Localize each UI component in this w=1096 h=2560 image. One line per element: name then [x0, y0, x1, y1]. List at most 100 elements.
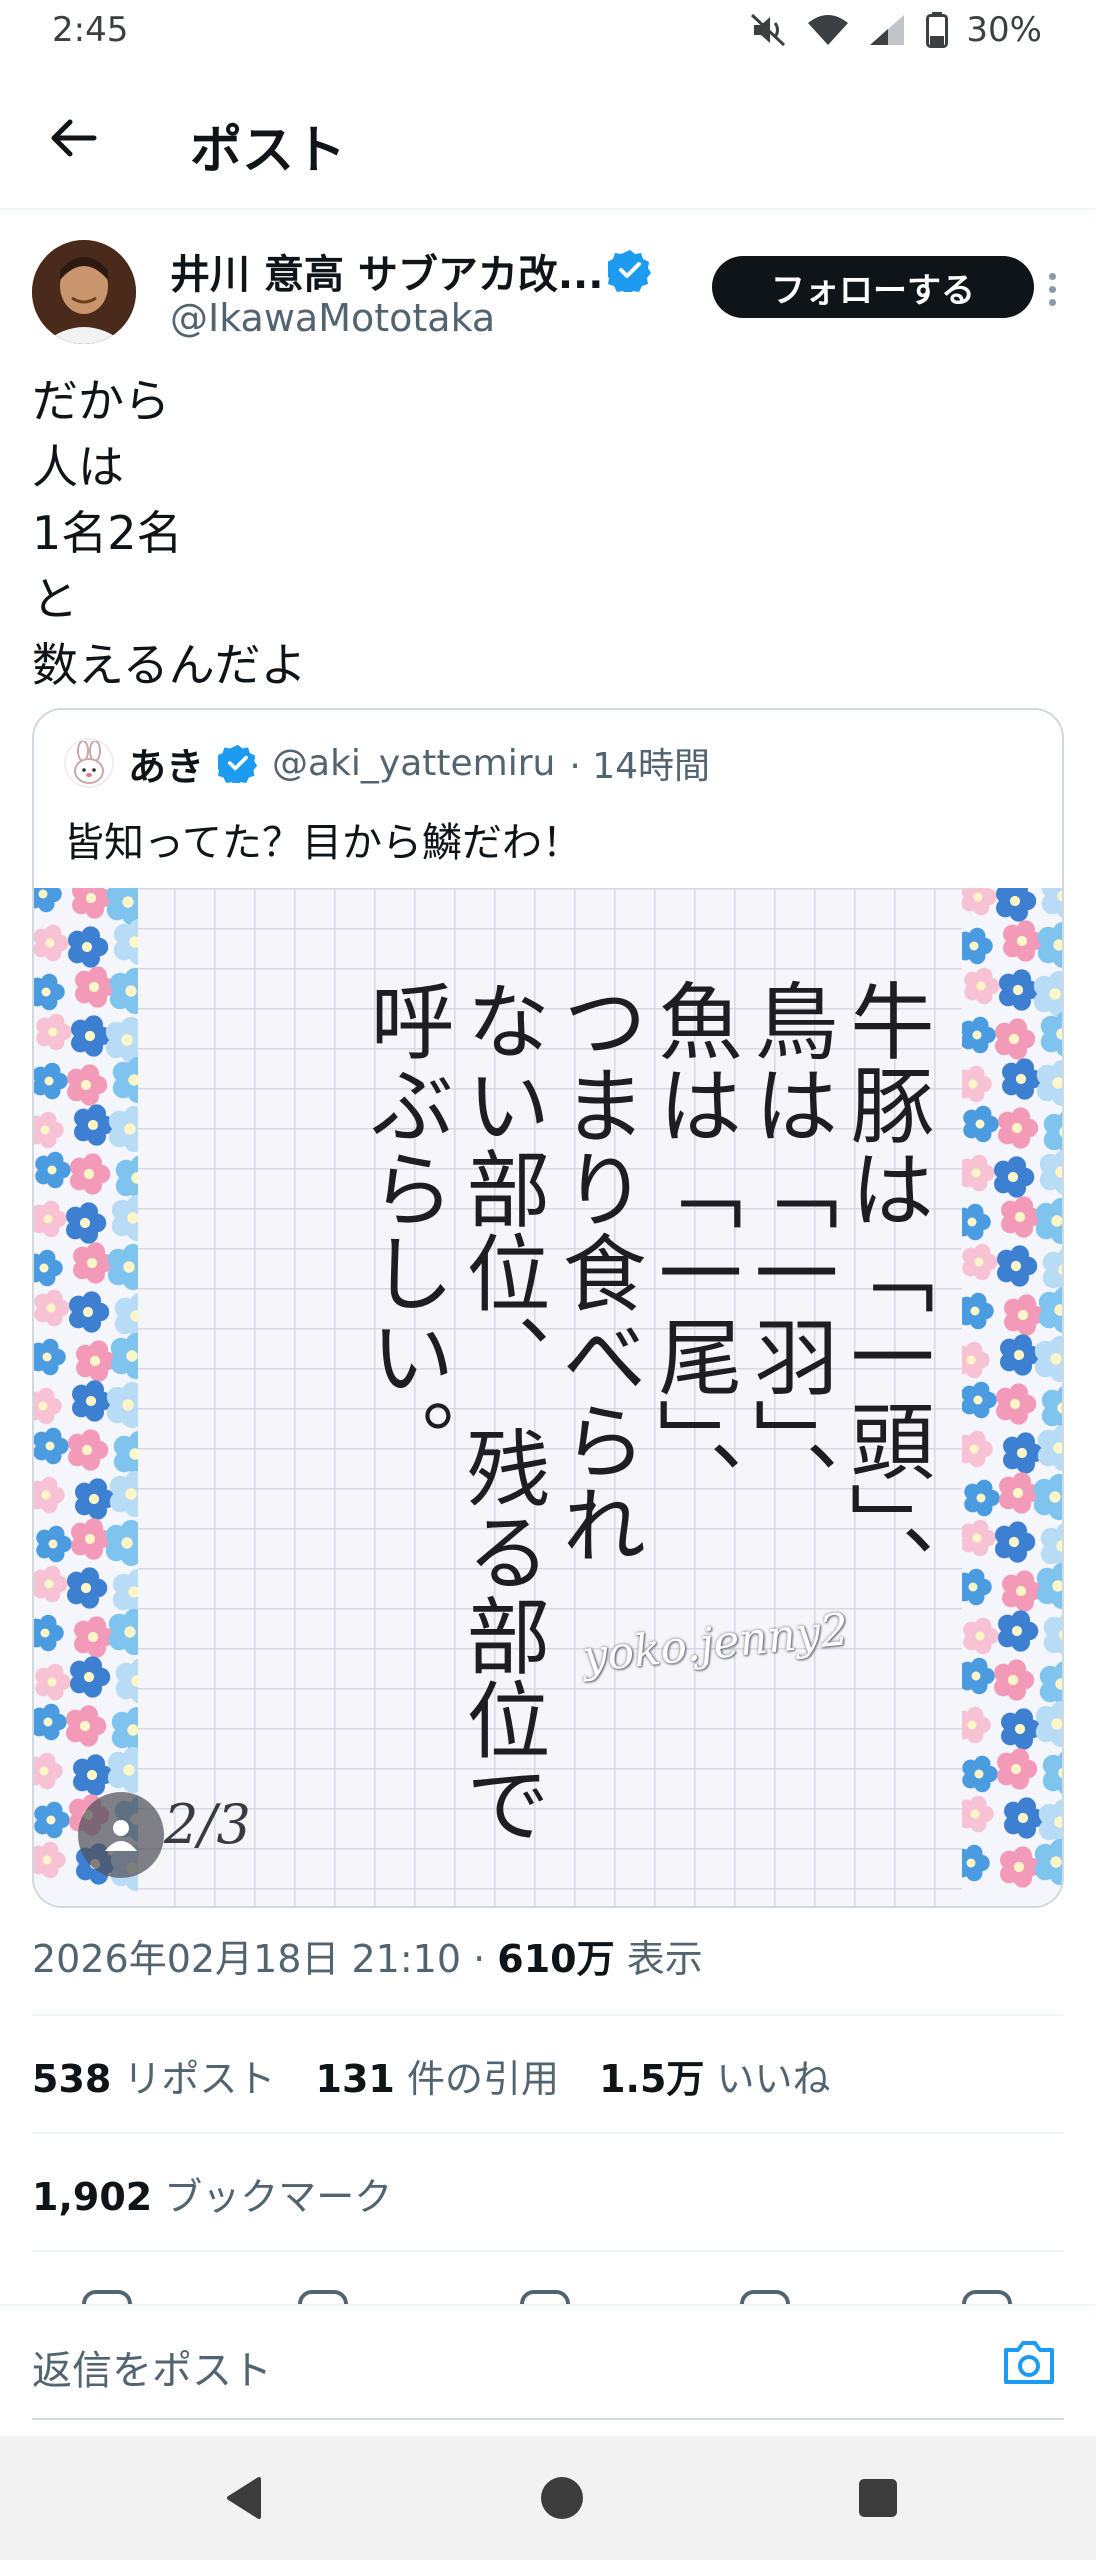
flower-decoration: [34, 1111, 64, 1149]
author-name[interactable]: 井川 意高 サブアカ改...: [170, 242, 603, 300]
verified-icon: [608, 250, 651, 292]
flower-decoration: [1004, 1797, 1045, 1839]
flower-decoration: [962, 1341, 990, 1379]
more-icon[interactable]: [1032, 254, 1072, 324]
status-icons: 30%: [750, 10, 1042, 50]
flower-decoration: [76, 1340, 117, 1382]
author-avatar[interactable]: [32, 240, 136, 344]
flower-decoration: [34, 1841, 66, 1879]
flower-decoration: [36, 1013, 72, 1051]
flower-decoration: [994, 1156, 1035, 1198]
meta-separator: ·: [473, 1937, 486, 1981]
bookmark-icon[interactable]: [740, 2290, 790, 2304]
divider: [32, 2132, 1064, 2134]
quotes-stat[interactable]: 131 件の引用: [316, 2057, 559, 2101]
calligraphy-line: 牛豚は「一頭」、: [837, 978, 935, 1608]
flower-decoration: [68, 1429, 109, 1471]
flower-decoration: [1037, 921, 1062, 969]
flower-decoration: [999, 1472, 1040, 1514]
bookmarks-stat[interactable]: 1,902 ブックマーク: [32, 2166, 392, 2221]
verified-icon: [218, 744, 258, 783]
flower-decoration: [108, 1608, 138, 1656]
calligraphy-line: ない部位、: [453, 978, 551, 1398]
flower-decoration: [34, 924, 69, 962]
quoted-post-card[interactable]: あき @aki_yattemiru · 14時間 皆知ってた？目から鱗だわ！ 牛…: [32, 708, 1064, 1908]
flower-decoration: [66, 1202, 107, 1244]
flower-decoration: [111, 1706, 138, 1754]
flower-decoration: [71, 1015, 112, 1057]
flower-decoration: [962, 1154, 995, 1192]
flower-decoration: [963, 1617, 999, 1655]
flower-decoration: [1002, 1058, 1043, 1100]
flower-decoration: [997, 1748, 1038, 1790]
flower-decoration: [70, 1656, 111, 1698]
flower-decoration: [34, 1801, 70, 1839]
flower-decoration: [1035, 1700, 1062, 1748]
flower-decoration: [75, 966, 116, 1008]
flower-decoration: [1039, 1661, 1062, 1707]
likes-stat[interactable]: 1.5万 いいね: [599, 2057, 830, 2101]
calligraphy-line: つまり食べられ: [549, 978, 647, 1566]
flower-decoration: [111, 1194, 138, 1242]
flower-decoration: [962, 1430, 993, 1468]
divider: [32, 2250, 1064, 2252]
flower-decoration: [1033, 970, 1062, 1018]
flower-decoration: [112, 1568, 138, 1616]
flower-decoration: [68, 926, 109, 968]
avatar-photo: [32, 240, 136, 344]
flower-decoration: [964, 967, 1000, 1005]
flower-decoration: [107, 1243, 138, 1291]
author-handle[interactable]: @IkawaMototaka: [170, 296, 495, 340]
flower-decoration: [1037, 1424, 1062, 1472]
action-bar: [0, 2280, 1096, 2304]
person-icon: [105, 1820, 137, 1851]
repost-icon[interactable]: [298, 2290, 348, 2304]
nav-back-icon: [227, 2477, 261, 2519]
flower-decoration: [1004, 1294, 1045, 1336]
post-detail-screen: 2:45 30% ポスト 井川 意高 サブアカ改... @IkawaMotota…: [0, 0, 1096, 2560]
flower-decoration: [108, 1105, 138, 1153]
follow-button[interactable]: フォローする: [712, 256, 1034, 318]
flower-decoration: [105, 1519, 138, 1567]
quoted-post-image[interactable]: 牛豚は「一頭」、 鳥は「一羽」、 魚は「一尾」、 つまり食べられ ない部位、 残…: [34, 888, 1062, 1906]
quoted-post-text: 皆知ってた？目から鱗だわ！: [64, 820, 582, 866]
flower-decoration: [69, 1291, 110, 1333]
flower-decoration: [106, 888, 138, 926]
calligraphy-line: 鳥は「一羽」、: [741, 978, 839, 1524]
flower-decoration: [106, 1381, 138, 1429]
nav-recents-button[interactable]: [846, 2466, 910, 2530]
bookmarks-count: 1,902: [32, 2175, 153, 2219]
flower-decoration: [105, 1016, 138, 1064]
battery-percent: 30%: [966, 10, 1042, 50]
flower-decoration: [1036, 1562, 1062, 1610]
reposts-stat[interactable]: 538 リポスト: [32, 2057, 275, 2101]
bookmarks-label: ブックマーク: [164, 2175, 393, 2219]
reply-input[interactable]: 返信をポスト: [32, 2338, 272, 2396]
flower-decoration: [34, 1062, 68, 1100]
calligraphy-line: 残る部位で: [453, 1424, 551, 1845]
flower-decoration: [1000, 1846, 1041, 1888]
tagged-people-button[interactable]: [78, 1792, 164, 1878]
flower-decoration: [962, 1795, 994, 1833]
page-title: ポスト: [190, 121, 347, 181]
floral-border-left: [34, 888, 138, 1906]
flower-decoration: [109, 967, 138, 1015]
nav-home-button[interactable]: [530, 2466, 594, 2530]
nav-recents-icon: [859, 2479, 897, 2517]
calligraphy-line: 魚は「一尾」、: [645, 978, 743, 1524]
flower-decoration: [115, 1658, 138, 1704]
flower-decoration: [113, 1430, 138, 1478]
back-button[interactable]: [44, 108, 104, 168]
nav-back-button[interactable]: [212, 2466, 276, 2530]
flower-decoration: [34, 1200, 67, 1238]
reply-icon[interactable]: [82, 2290, 132, 2304]
like-icon[interactable]: [520, 2290, 570, 2304]
flower-decoration: [962, 1844, 990, 1882]
flower-decoration: [67, 1567, 108, 1609]
share-icon[interactable]: [962, 2290, 1012, 2304]
calligraphy-text: 牛豚は「一頭」、 鳥は「一羽」、 魚は「一尾」、 つまり食べられ ない部位、 残…: [234, 978, 935, 1858]
flower-decoration: [1001, 1708, 1042, 1750]
flower-decoration: [995, 1521, 1036, 1563]
flower-decoration: [1035, 1197, 1062, 1245]
camera-icon[interactable]: [1000, 2334, 1058, 2390]
